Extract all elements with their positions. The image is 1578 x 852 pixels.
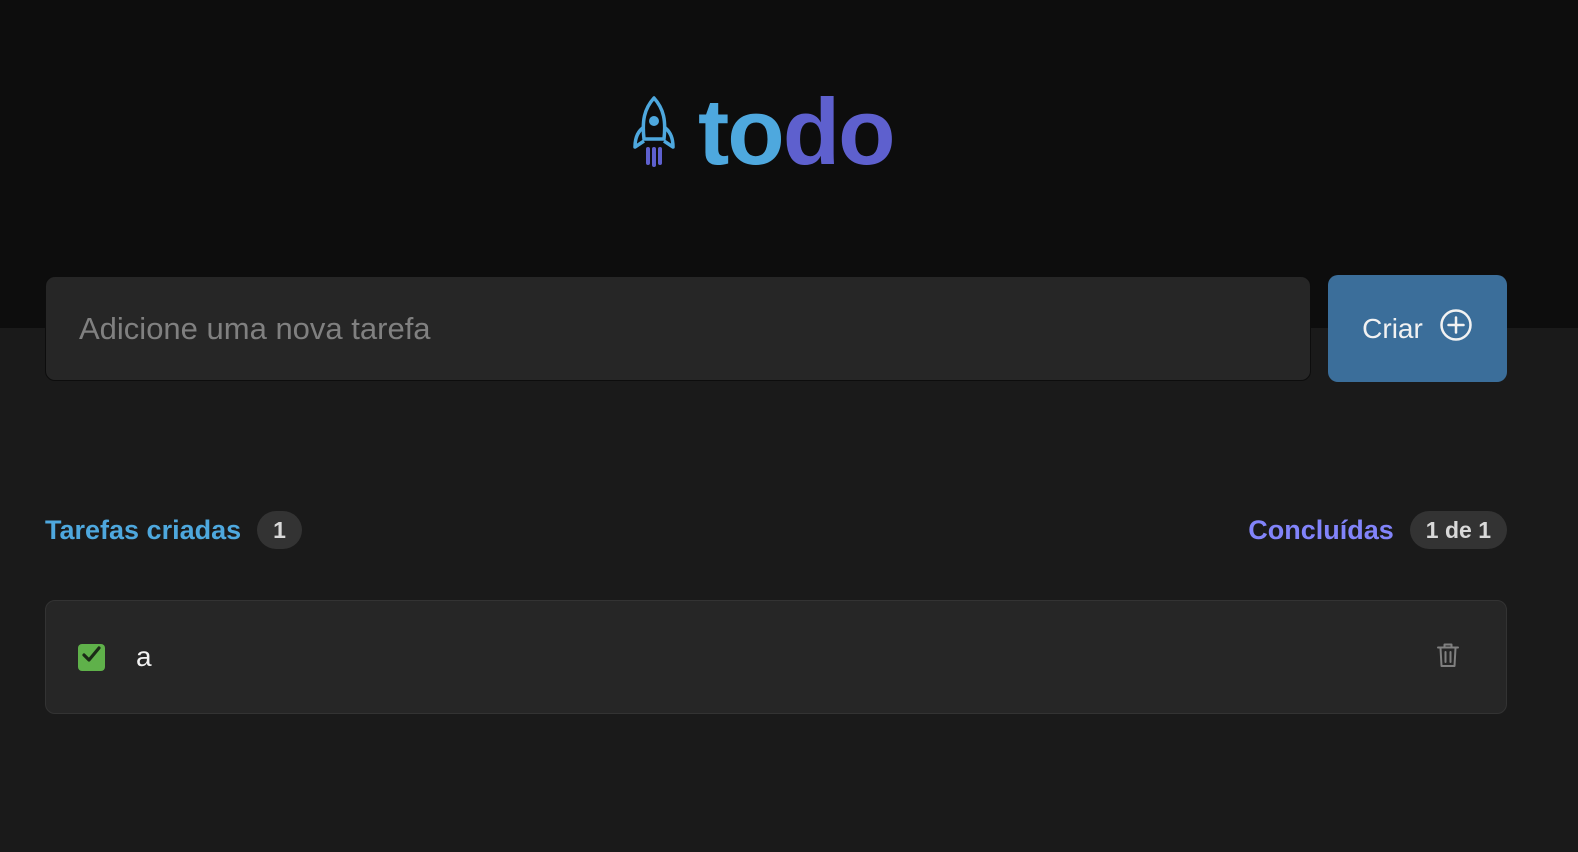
delete-task-button[interactable]	[1434, 643, 1462, 671]
task-checkbox[interactable]	[78, 643, 105, 671]
list-item: a	[45, 600, 1507, 714]
logo-text-do: do	[782, 79, 896, 184]
logo: todo	[628, 84, 896, 180]
task-list: a	[45, 600, 1507, 714]
trash-icon	[1436, 642, 1460, 673]
created-label: Tarefas criadas	[45, 514, 242, 545]
logo-text: todo	[698, 84, 896, 180]
task-counters: Tarefas criadas 1 Concluídas 1 de 1	[45, 510, 1507, 550]
rocket-icon	[628, 94, 680, 170]
done-count-badge: 1 de 1	[1409, 511, 1507, 549]
done-counter: Concluídas 1 de 1	[1248, 511, 1507, 549]
created-count-badge: 1	[257, 511, 302, 549]
plus-circle-icon	[1439, 308, 1473, 349]
new-task-field	[45, 276, 1311, 381]
create-button[interactable]: Criar	[1328, 275, 1507, 382]
logo-text-to: to	[698, 79, 785, 184]
done-label: Concluídas	[1248, 514, 1394, 545]
task-text: a	[136, 641, 152, 672]
create-button-label: Criar	[1362, 312, 1423, 344]
created-counter: Tarefas criadas 1	[45, 511, 302, 549]
new-task-input[interactable]	[79, 310, 1310, 347]
check-icon	[81, 644, 102, 670]
